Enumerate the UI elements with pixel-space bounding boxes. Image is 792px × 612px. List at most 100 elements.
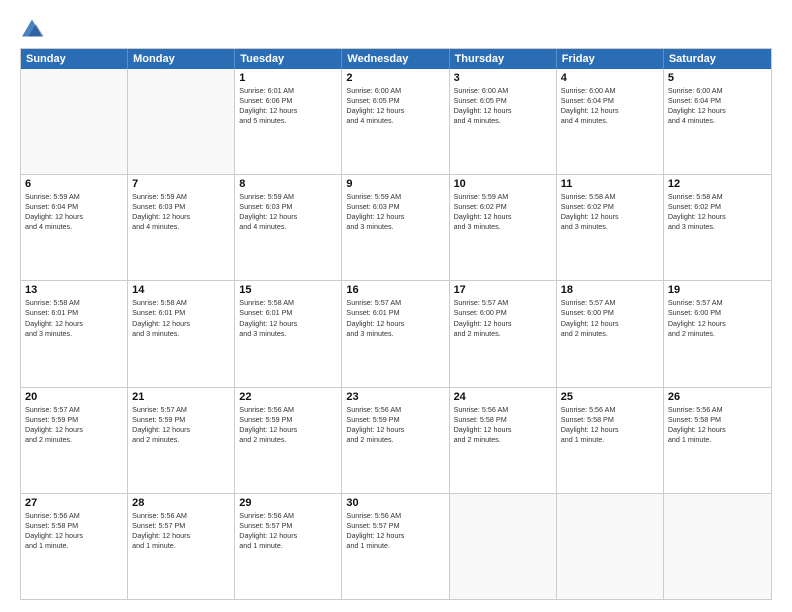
calendar-cell: 21 Sunrise: 5:57 AM Sunset: 5:59 PM Dayli… — [128, 388, 235, 493]
calendar-cell: 26 Sunrise: 5:56 AM Sunset: 5:58 PM Dayli… — [664, 388, 771, 493]
calendar-cell: 30 Sunrise: 5:56 AM Sunset: 5:57 PM Dayli… — [342, 494, 449, 599]
calendar-row: 1 Sunrise: 6:01 AM Sunset: 6:06 PM Daylig… — [21, 69, 771, 174]
day-number: 27 — [25, 497, 123, 509]
cell-info: Sunrise: 5:58 AM Sunset: 6:01 PM Dayligh… — [25, 298, 123, 338]
cell-info: Sunrise: 6:00 AM Sunset: 6:04 PM Dayligh… — [668, 86, 767, 126]
header-day: Thursday — [450, 49, 557, 69]
calendar-cell — [664, 494, 771, 599]
cell-info: Sunrise: 5:56 AM Sunset: 5:58 PM Dayligh… — [668, 405, 767, 445]
day-number: 30 — [346, 497, 444, 509]
day-number: 5 — [668, 72, 767, 84]
calendar-cell: 8 Sunrise: 5:59 AM Sunset: 6:03 PM Daylig… — [235, 175, 342, 280]
calendar-cell: 13 Sunrise: 5:58 AM Sunset: 6:01 PM Dayli… — [21, 281, 128, 386]
header — [20, 18, 772, 38]
header-day: Wednesday — [342, 49, 449, 69]
calendar-cell — [450, 494, 557, 599]
cell-info: Sunrise: 5:58 AM Sunset: 6:01 PM Dayligh… — [239, 298, 337, 338]
cell-info: Sunrise: 5:57 AM Sunset: 6:00 PM Dayligh… — [561, 298, 659, 338]
calendar-cell: 2 Sunrise: 6:00 AM Sunset: 6:05 PM Daylig… — [342, 69, 449, 174]
day-number: 13 — [25, 284, 123, 296]
cell-info: Sunrise: 5:58 AM Sunset: 6:02 PM Dayligh… — [561, 192, 659, 232]
header-day: Tuesday — [235, 49, 342, 69]
day-number: 7 — [132, 178, 230, 190]
cell-info: Sunrise: 5:57 AM Sunset: 5:59 PM Dayligh… — [132, 405, 230, 445]
header-day: Monday — [128, 49, 235, 69]
cell-info: Sunrise: 5:57 AM Sunset: 6:00 PM Dayligh… — [668, 298, 767, 338]
cell-info: Sunrise: 5:56 AM Sunset: 5:59 PM Dayligh… — [346, 405, 444, 445]
logo — [20, 18, 48, 38]
day-number: 22 — [239, 391, 337, 403]
calendar-cell: 6 Sunrise: 5:59 AM Sunset: 6:04 PM Daylig… — [21, 175, 128, 280]
calendar-cell: 3 Sunrise: 6:00 AM Sunset: 6:05 PM Daylig… — [450, 69, 557, 174]
header-day: Friday — [557, 49, 664, 69]
calendar-cell: 18Sunrise: 5:57 AM Sunset: 6:00 PM Dayli… — [557, 281, 664, 386]
calendar-cell: 23 Sunrise: 5:56 AM Sunset: 5:59 PM Dayli… — [342, 388, 449, 493]
day-number: 17 — [454, 284, 552, 296]
cell-info: Sunrise: 6:00 AM Sunset: 6:04 PM Dayligh… — [561, 86, 659, 126]
calendar-cell: 12 Sunrise: 5:58 AM Sunset: 6:02 PM Dayli… — [664, 175, 771, 280]
calendar-cell — [21, 69, 128, 174]
day-number: 3 — [454, 72, 552, 84]
cell-info: Sunrise: 5:56 AM Sunset: 5:57 PM Dayligh… — [132, 511, 230, 551]
cell-info: Sunrise: 5:59 AM Sunset: 6:03 PM Dayligh… — [346, 192, 444, 232]
day-number: 2 — [346, 72, 444, 84]
day-number: 14 — [132, 284, 230, 296]
day-number: 6 — [25, 178, 123, 190]
header-day: Saturday — [664, 49, 771, 69]
day-number: 1 — [239, 72, 337, 84]
calendar-cell: 9 Sunrise: 5:59 AM Sunset: 6:03 PM Daylig… — [342, 175, 449, 280]
calendar-cell: 25 Sunrise: 5:56 AM Sunset: 5:58 PM Dayli… — [557, 388, 664, 493]
cell-info: Sunrise: 5:56 AM Sunset: 5:57 PM Dayligh… — [239, 511, 337, 551]
cell-info: Sunrise: 5:57 AM Sunset: 6:01 PM Dayligh… — [346, 298, 444, 338]
logo-icon — [20, 18, 44, 38]
cell-info: Sunrise: 5:59 AM Sunset: 6:04 PM Dayligh… — [25, 192, 123, 232]
day-number: 29 — [239, 497, 337, 509]
calendar-cell: 14Sunrise: 5:58 AM Sunset: 6:01 PM Dayli… — [128, 281, 235, 386]
day-number: 10 — [454, 178, 552, 190]
calendar-cell: 20Sunrise: 5:57 AM Sunset: 5:59 PM Dayli… — [21, 388, 128, 493]
header-day: Sunday — [21, 49, 128, 69]
cell-info: Sunrise: 6:01 AM Sunset: 6:06 PM Dayligh… — [239, 86, 337, 126]
day-number: 25 — [561, 391, 659, 403]
cell-info: Sunrise: 5:59 AM Sunset: 6:03 PM Dayligh… — [239, 192, 337, 232]
day-number: 4 — [561, 72, 659, 84]
calendar-row: 27 Sunrise: 5:56 AM Sunset: 5:58 PM Dayli… — [21, 493, 771, 599]
calendar-body: 1 Sunrise: 6:01 AM Sunset: 6:06 PM Daylig… — [21, 69, 771, 599]
calendar-cell: 22 Sunrise: 5:56 AM Sunset: 5:59 PM Dayli… — [235, 388, 342, 493]
cell-info: Sunrise: 5:59 AM Sunset: 6:03 PM Dayligh… — [132, 192, 230, 232]
day-number: 26 — [668, 391, 767, 403]
calendar-cell: 4 Sunrise: 6:00 AM Sunset: 6:04 PM Daylig… — [557, 69, 664, 174]
cell-info: Sunrise: 6:00 AM Sunset: 6:05 PM Dayligh… — [346, 86, 444, 126]
calendar-cell: 7 Sunrise: 5:59 AM Sunset: 6:03 PM Daylig… — [128, 175, 235, 280]
calendar-cell — [557, 494, 664, 599]
calendar-header: SundayMondayTuesdayWednesdayThursdayFrid… — [21, 49, 771, 69]
calendar-cell: 16Sunrise: 5:57 AM Sunset: 6:01 PM Dayli… — [342, 281, 449, 386]
cell-info: Sunrise: 5:56 AM Sunset: 5:58 PM Dayligh… — [561, 405, 659, 445]
calendar-row: 6 Sunrise: 5:59 AM Sunset: 6:04 PM Daylig… — [21, 174, 771, 280]
cell-info: Sunrise: 5:56 AM Sunset: 5:57 PM Dayligh… — [346, 511, 444, 551]
calendar-cell: 1 Sunrise: 6:01 AM Sunset: 6:06 PM Daylig… — [235, 69, 342, 174]
calendar-cell: 15Sunrise: 5:58 AM Sunset: 6:01 PM Dayli… — [235, 281, 342, 386]
cell-info: Sunrise: 5:56 AM Sunset: 5:58 PM Dayligh… — [25, 511, 123, 551]
cell-info: Sunrise: 5:56 AM Sunset: 5:59 PM Dayligh… — [239, 405, 337, 445]
day-number: 12 — [668, 178, 767, 190]
day-number: 19 — [668, 284, 767, 296]
calendar-cell: 17Sunrise: 5:57 AM Sunset: 6:00 PM Dayli… — [450, 281, 557, 386]
cell-info: Sunrise: 6:00 AM Sunset: 6:05 PM Dayligh… — [454, 86, 552, 126]
calendar: SundayMondayTuesdayWednesdayThursdayFrid… — [20, 48, 772, 600]
day-number: 28 — [132, 497, 230, 509]
calendar-cell: 10 Sunrise: 5:59 AM Sunset: 6:02 PM Dayli… — [450, 175, 557, 280]
calendar-cell: 24Sunrise: 5:56 AM Sunset: 5:58 PM Dayli… — [450, 388, 557, 493]
cell-info: Sunrise: 5:56 AM Sunset: 5:58 PM Dayligh… — [454, 405, 552, 445]
day-number: 8 — [239, 178, 337, 190]
cell-info: Sunrise: 5:59 AM Sunset: 6:02 PM Dayligh… — [454, 192, 552, 232]
day-number: 9 — [346, 178, 444, 190]
calendar-row: 20 Sunrise: 5:57 AM Sunset: 5:59 PM Dayli… — [21, 387, 771, 493]
cell-info: Sunrise: 5:58 AM Sunset: 6:02 PM Dayligh… — [668, 192, 767, 232]
day-number: 20 — [25, 391, 123, 403]
day-number: 21 — [132, 391, 230, 403]
day-number: 23 — [346, 391, 444, 403]
page: SundayMondayTuesdayWednesdayThursdayFrid… — [0, 0, 792, 612]
day-number: 11 — [561, 178, 659, 190]
calendar-cell: 11 Sunrise: 5:58 AM Sunset: 6:02 PM Dayli… — [557, 175, 664, 280]
